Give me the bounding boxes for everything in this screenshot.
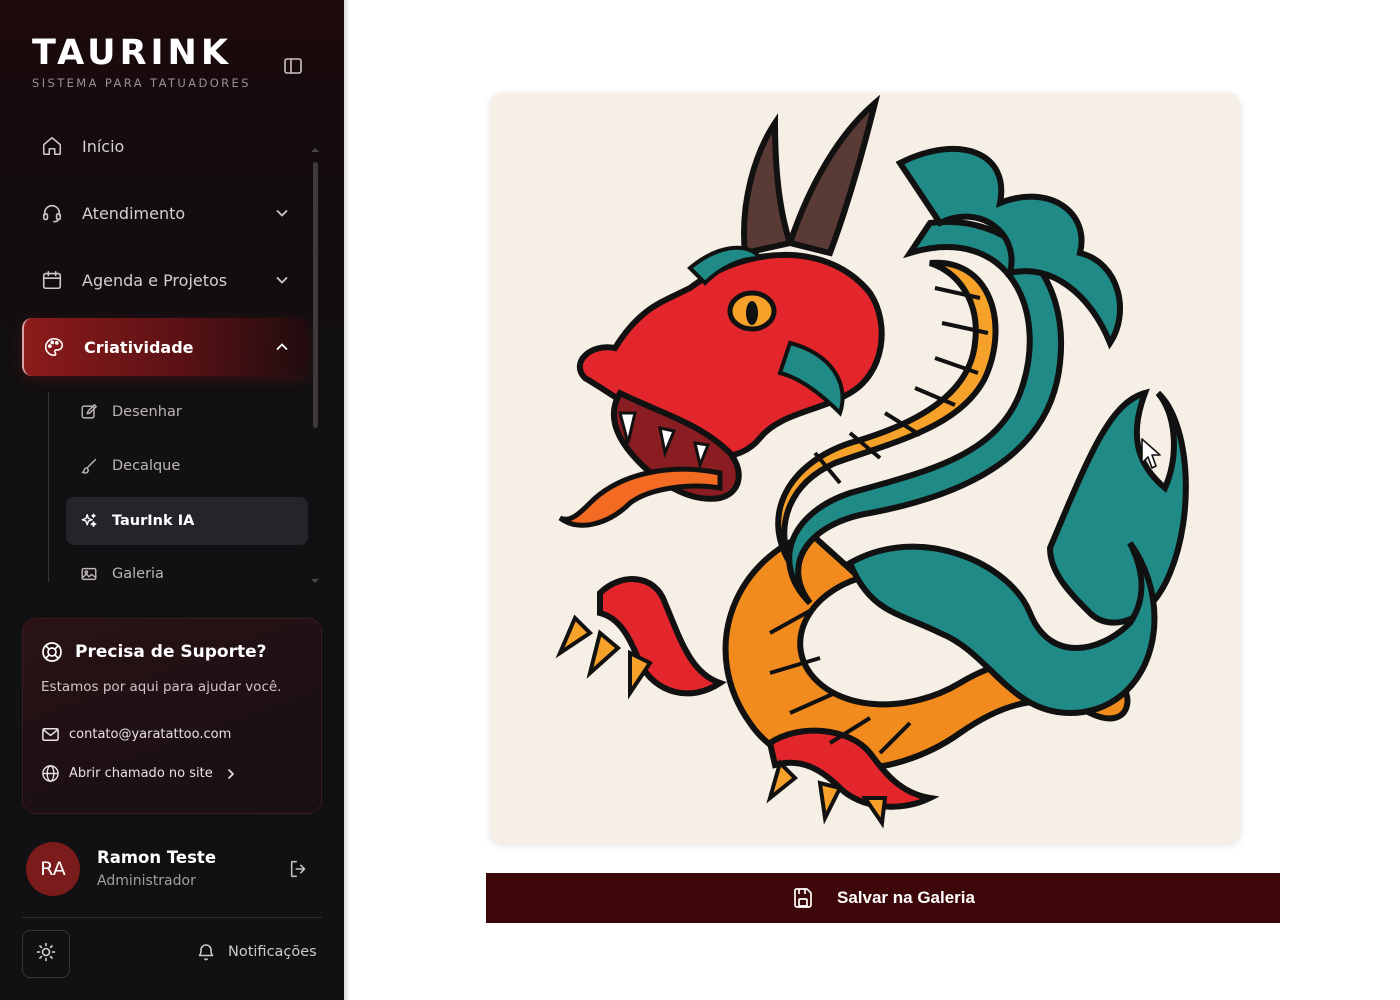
gallery-icon: [80, 565, 98, 583]
bell-icon: [196, 942, 216, 962]
support-ticket-link[interactable]: Abrir chamado no site: [41, 764, 237, 783]
edit-icon: [80, 403, 98, 421]
sidebar-toggle-icon[interactable]: [283, 56, 303, 76]
chevron-right-icon: [225, 768, 237, 780]
nav-item-agenda[interactable]: Agenda e Projetos: [22, 251, 308, 309]
nav-item-label: Agenda e Projetos: [82, 270, 228, 290]
save-button-label: Salvar na Galeria: [837, 888, 975, 907]
scroll-down-icon[interactable]: [310, 569, 320, 583]
user-profile: RA Ramon Teste Administrador: [26, 840, 322, 898]
sidebar-shadow: [344, 0, 350, 1000]
chevron-down-icon: [274, 205, 290, 221]
nav-item-label: Criatividade: [84, 337, 194, 357]
nav-item-label: Início: [82, 136, 125, 156]
save-to-gallery-button[interactable]: Salvar na Galeria: [486, 873, 1280, 923]
lifebuoy-icon: [41, 641, 63, 663]
home-icon: [40, 134, 64, 158]
sub-item-label: Desenhar: [112, 404, 182, 420]
theme-toggle-button[interactable]: [22, 930, 70, 978]
nav-item-inicio[interactable]: Início: [22, 117, 308, 175]
brand-logo: TAURINK SISTEMA PARA TATUADORES: [32, 34, 292, 90]
brand-subtitle: SISTEMA PARA TATUADORES: [32, 76, 251, 90]
nav-item-label: Atendimento: [82, 203, 186, 223]
chevron-up-icon: [274, 339, 290, 355]
sparkles-icon: [80, 512, 98, 530]
sub-item-label: Decalque: [112, 458, 181, 474]
notifications-button[interactable]: Notificações: [196, 942, 317, 962]
logout-icon[interactable]: [288, 858, 312, 882]
user-role: Administrador: [97, 873, 196, 889]
nav-item-criatividade[interactable]: Criatividade: [22, 318, 308, 376]
submenu-line: [48, 392, 49, 582]
support-email-link[interactable]: contato@yaratattoo.com: [41, 725, 231, 744]
sub-item-label: Galeria: [112, 566, 164, 582]
sidebar-scrollbar[interactable]: [313, 162, 318, 428]
divider: [22, 917, 322, 918]
sun-icon: [36, 942, 56, 966]
sub-item-taurink-ia[interactable]: TaurInk IA: [66, 497, 308, 545]
chevron-down-icon: [274, 272, 290, 288]
avatar[interactable]: RA: [26, 842, 80, 896]
nav-item-atendimento[interactable]: Atendimento: [22, 184, 308, 242]
globe-icon: [41, 764, 60, 783]
calendar-icon: [40, 268, 64, 292]
sub-item-galeria[interactable]: Galeria: [66, 550, 308, 598]
support-email: contato@yaratattoo.com: [69, 727, 232, 742]
brand-title: TAURINK: [32, 33, 232, 73]
support-description: Estamos por aqui para ajudar você.: [41, 679, 282, 695]
support-title: Precisa de Suporte?: [75, 642, 267, 662]
sub-item-label: TaurInk IA: [112, 513, 195, 529]
mouse-cursor-icon: [1140, 437, 1162, 471]
mail-icon: [41, 725, 60, 744]
palette-icon: [42, 335, 66, 359]
support-card: Precisa de Suporte? Estamos por aqui par…: [22, 618, 322, 814]
sidebar: TAURINK SISTEMA PARA TATUADORES Início A…: [0, 0, 344, 1000]
sub-item-desenhar[interactable]: Desenhar: [66, 388, 308, 436]
support-ticket-label: Abrir chamado no site: [69, 766, 213, 781]
user-name: Ramon Teste: [97, 848, 217, 867]
sub-item-decalque[interactable]: Decalque: [66, 442, 308, 490]
brush-icon: [80, 457, 98, 475]
dragon-illustration: [555, 94, 1189, 829]
save-icon: [791, 886, 815, 910]
notifications-label: Notificações: [228, 944, 317, 960]
scroll-up-icon[interactable]: [310, 138, 320, 152]
headset-icon: [40, 201, 64, 225]
generated-image: [490, 93, 1240, 843]
